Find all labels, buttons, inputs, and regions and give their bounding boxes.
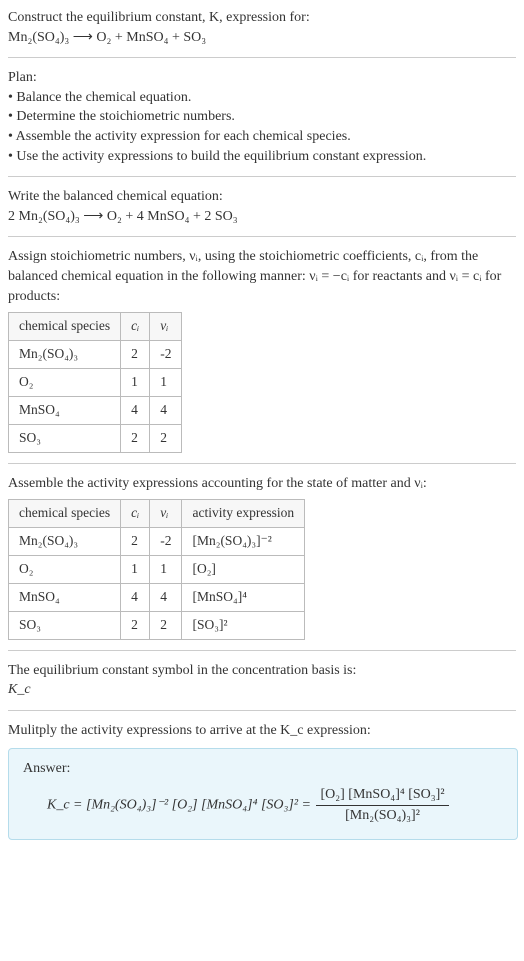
divider bbox=[8, 57, 516, 58]
table-row: SO₃ 2 2 [SO₃]² bbox=[9, 611, 305, 639]
table-header-row: chemical species cᵢ νᵢ bbox=[9, 313, 182, 341]
balanced-block: Write the balanced chemical equation: 2 … bbox=[8, 187, 516, 226]
activity-block: Assemble the activity expressions accoun… bbox=[8, 474, 516, 640]
cell-species: MnSO₄ bbox=[9, 396, 121, 424]
cell-vi: 1 bbox=[150, 368, 182, 396]
col-ci: cᵢ bbox=[121, 500, 150, 528]
symbol-block: The equilibrium constant symbol in the c… bbox=[8, 661, 516, 700]
divider bbox=[8, 176, 516, 177]
table-row: Mn₂(SO₄)₃ 2 -2 bbox=[9, 341, 182, 369]
cell-vi: -2 bbox=[150, 341, 182, 369]
cell-vi: 2 bbox=[150, 424, 182, 452]
plan-item: • Determine the stoichiometric numbers. bbox=[8, 107, 516, 127]
cell-ci: 1 bbox=[121, 368, 150, 396]
symbol-kc: K_c bbox=[8, 680, 516, 700]
cell-vi: 4 bbox=[150, 396, 182, 424]
table-row: MnSO₄ 4 4 bbox=[9, 396, 182, 424]
divider bbox=[8, 236, 516, 237]
table-row: MnSO₄ 4 4 [MnSO₄]⁴ bbox=[9, 583, 305, 611]
answer-expression: K_c = [Mn₂(SO₄)₃]⁻² [O₂] [MnSO₄]⁴ [SO₃]²… bbox=[23, 785, 503, 825]
cell-ci: 2 bbox=[121, 341, 150, 369]
plan-item: • Balance the chemical equation. bbox=[8, 88, 516, 108]
answer-denominator: [Mn₂(SO₄)₃]² bbox=[316, 806, 448, 826]
assign-text: Assign stoichiometric numbers, νᵢ, using… bbox=[8, 247, 516, 306]
answer-label: Answer: bbox=[23, 759, 503, 779]
cell-activity: [O₂] bbox=[182, 555, 305, 583]
table-row: O₂ 1 1 bbox=[9, 368, 182, 396]
balanced-title: Write the balanced chemical equation: bbox=[8, 187, 516, 207]
cell-ci: 2 bbox=[121, 424, 150, 452]
divider bbox=[8, 650, 516, 651]
cell-vi: 2 bbox=[150, 611, 182, 639]
cell-species: O₂ bbox=[9, 555, 121, 583]
divider bbox=[8, 710, 516, 711]
answer-box: Answer: K_c = [Mn₂(SO₄)₃]⁻² [O₂] [MnSO₄]… bbox=[8, 748, 518, 840]
cell-ci: 4 bbox=[121, 583, 150, 611]
col-ci: cᵢ bbox=[121, 313, 150, 341]
cell-activity: [MnSO₄]⁴ bbox=[182, 583, 305, 611]
divider bbox=[8, 463, 516, 464]
stoich-table: chemical species cᵢ νᵢ Mn₂(SO₄)₃ 2 -2 O₂… bbox=[8, 312, 182, 452]
symbol-line1: The equilibrium constant symbol in the c… bbox=[8, 661, 516, 681]
multiply-block: Mulitply the activity expressions to arr… bbox=[8, 721, 516, 741]
cell-species: SO₃ bbox=[9, 424, 121, 452]
col-vi: νᵢ bbox=[150, 313, 182, 341]
col-species: chemical species bbox=[9, 313, 121, 341]
activity-text: Assemble the activity expressions accoun… bbox=[8, 474, 516, 494]
answer-numerator: [O₂] [MnSO₄]⁴ [SO₃]² bbox=[316, 785, 448, 806]
cell-vi: 1 bbox=[150, 555, 182, 583]
assign-block: Assign stoichiometric numbers, νᵢ, using… bbox=[8, 247, 516, 452]
col-vi: νᵢ bbox=[150, 500, 182, 528]
activity-table: chemical species cᵢ νᵢ activity expressi… bbox=[8, 499, 305, 639]
cell-ci: 2 bbox=[121, 611, 150, 639]
intro-line1: Construct the equilibrium constant, K, e… bbox=[8, 8, 516, 28]
cell-species: SO₃ bbox=[9, 611, 121, 639]
cell-activity: [Mn₂(SO₄)₃]⁻² bbox=[182, 528, 305, 556]
balanced-equation: 2 Mn₂(SO₄)₃ ⟶ O₂ + 4 MnSO₄ + 2 SO₃ bbox=[8, 207, 516, 227]
cell-vi: 4 bbox=[150, 583, 182, 611]
cell-ci: 4 bbox=[121, 396, 150, 424]
cell-species: Mn₂(SO₄)₃ bbox=[9, 341, 121, 369]
table-row: O₂ 1 1 [O₂] bbox=[9, 555, 305, 583]
table-row: SO₃ 2 2 bbox=[9, 424, 182, 452]
plan-block: Plan: • Balance the chemical equation. •… bbox=[8, 68, 516, 166]
cell-species: Mn₂(SO₄)₃ bbox=[9, 528, 121, 556]
cell-vi: -2 bbox=[150, 528, 182, 556]
unbalanced-equation: Mn₂(SO₄)₃ ⟶ O₂ + MnSO₄ + SO₃ bbox=[8, 28, 516, 48]
cell-ci: 2 bbox=[121, 528, 150, 556]
plan-title: Plan: bbox=[8, 68, 516, 88]
plan-item: • Assemble the activity expression for e… bbox=[8, 127, 516, 147]
intro-block: Construct the equilibrium constant, K, e… bbox=[8, 8, 516, 47]
answer-lhs: K_c = [Mn₂(SO₄)₃]⁻² [O₂] [MnSO₄]⁴ [SO₃]²… bbox=[47, 797, 314, 812]
col-activity: activity expression bbox=[182, 500, 305, 528]
col-species: chemical species bbox=[9, 500, 121, 528]
cell-species: O₂ bbox=[9, 368, 121, 396]
table-row: Mn₂(SO₄)₃ 2 -2 [Mn₂(SO₄)₃]⁻² bbox=[9, 528, 305, 556]
cell-ci: 1 bbox=[121, 555, 150, 583]
plan-item: • Use the activity expressions to build … bbox=[8, 147, 516, 167]
table-header-row: chemical species cᵢ νᵢ activity expressi… bbox=[9, 500, 305, 528]
cell-species: MnSO₄ bbox=[9, 583, 121, 611]
answer-fraction: [O₂] [MnSO₄]⁴ [SO₃]² [Mn₂(SO₄)₃]² bbox=[316, 785, 448, 825]
cell-activity: [SO₃]² bbox=[182, 611, 305, 639]
multiply-text: Mulitply the activity expressions to arr… bbox=[8, 721, 516, 741]
